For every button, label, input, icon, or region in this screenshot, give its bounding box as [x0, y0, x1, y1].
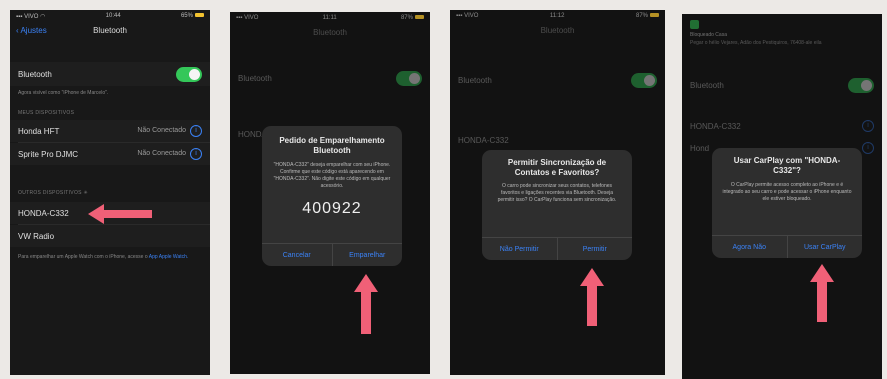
- battery-icon: [194, 13, 204, 18]
- bluetooth-toggle[interactable]: [176, 66, 202, 82]
- deny-button[interactable]: Não Permitir: [482, 238, 557, 260]
- bluetooth-label: Bluetooth: [18, 69, 52, 79]
- info-icon[interactable]: i: [190, 125, 202, 137]
- arrow-up-icon: [580, 268, 604, 326]
- alert-message: "HONDA-C332" deseja emparelhar com seu i…: [273, 162, 391, 189]
- apple-watch-note: Para emparelhar um Apple Watch com o iPh…: [18, 254, 189, 260]
- device-name: Sprite Pro DJMC: [18, 149, 79, 159]
- alert-buttons: Não Permitir Permitir: [482, 237, 632, 260]
- screenshot-bluetooth-list: ▪▪▪ VIVO ◠ 10:44 65% ‹ Ajustes Bluetooth…: [10, 10, 210, 375]
- wifi-icon: ◠: [40, 13, 46, 20]
- alert-message: O carro pode sincronizar seus contatos, …: [497, 183, 617, 203]
- my-devices-header: MEUS DISPOSITIVOS: [18, 110, 75, 116]
- spinner-icon: ✳: [83, 190, 88, 196]
- nav-bar: ‹ Ajustes Bluetooth: [10, 22, 210, 42]
- bluetooth-toggle-row: Bluetooth: [10, 62, 210, 86]
- carrier: VIVO: [24, 13, 39, 20]
- device-status: Não Conectado: [137, 150, 186, 157]
- alert-buttons: Agora Não Usar CarPlay: [712, 235, 862, 258]
- status-bar: ▪▪▪ VIVO ◠ 10:44 65%: [10, 10, 210, 22]
- arrow-up-icon: [810, 264, 834, 322]
- battery-percent: 65%: [180, 13, 193, 19]
- other-devices-header: OUTROS DISPOSITIVOS ✳: [18, 190, 88, 196]
- cancel-button[interactable]: Cancelar: [262, 244, 332, 266]
- device-row[interactable]: Honda HFT Não Conectado i: [10, 120, 210, 142]
- device-name: Honda HFT: [18, 126, 60, 136]
- pair-button[interactable]: Emparelhar: [331, 244, 403, 266]
- allow-button[interactable]: Permitir: [556, 238, 633, 260]
- carplay-alert: Usar CarPlay com "HONDA-C332"? O CarPlay…: [712, 148, 862, 258]
- other-device-row[interactable]: VW Radio: [10, 225, 210, 247]
- arrow-up-icon: [354, 274, 378, 334]
- device-status: Não Conectado: [137, 127, 186, 134]
- signal-icon: ▪▪▪: [16, 13, 23, 20]
- sync-alert: Permitir Sincronização de Contatos e Fav…: [482, 150, 632, 260]
- screenshot-sync-permission: ▪▪▪ VIVO 11:12 87% Bluetooth Bluetooth H…: [450, 10, 665, 375]
- not-now-button[interactable]: Agora Não: [712, 236, 787, 258]
- alert-title: Permitir Sincronização de Contatos e Fav…: [507, 158, 607, 177]
- use-carplay-button[interactable]: Usar CarPlay: [786, 236, 863, 258]
- pairing-code: 400922: [302, 200, 362, 217]
- alert-title: Usar CarPlay com "HONDA-C332"?: [733, 156, 841, 175]
- other-device-name: VW Radio: [18, 231, 55, 241]
- page-title: Bluetooth: [93, 26, 127, 35]
- screenshot-carplay-prompt: Bloqueado Casa Pegar o hélio Vejares, Ad…: [682, 14, 882, 379]
- visible-note: Agora visível como "iPhone de Marcelo".: [18, 90, 109, 96]
- screenshot-pairing-request: ▪▪▪ VIVO 11:11 87% Bluetooth Bluetooth H…: [230, 12, 430, 374]
- pairing-alert: Pedido de Emparelhamento Bluetooth "HOND…: [262, 126, 402, 266]
- arrow-left-icon: [88, 204, 152, 224]
- status-time: 10:44: [105, 13, 121, 19]
- alert-title: Pedido de Emparelhamento Bluetooth: [279, 136, 385, 155]
- alert-message: O CarPlay permite acesso completo ao iPh…: [722, 182, 852, 202]
- alert-buttons: Cancelar Emparelhar: [262, 243, 402, 266]
- info-icon[interactable]: i: [190, 148, 202, 160]
- other-device-name: HONDA-C332: [18, 208, 69, 218]
- apple-watch-link[interactable]: App Apple Watch.: [149, 254, 189, 260]
- device-row[interactable]: Sprite Pro DJMC Não Conectado i: [10, 143, 210, 165]
